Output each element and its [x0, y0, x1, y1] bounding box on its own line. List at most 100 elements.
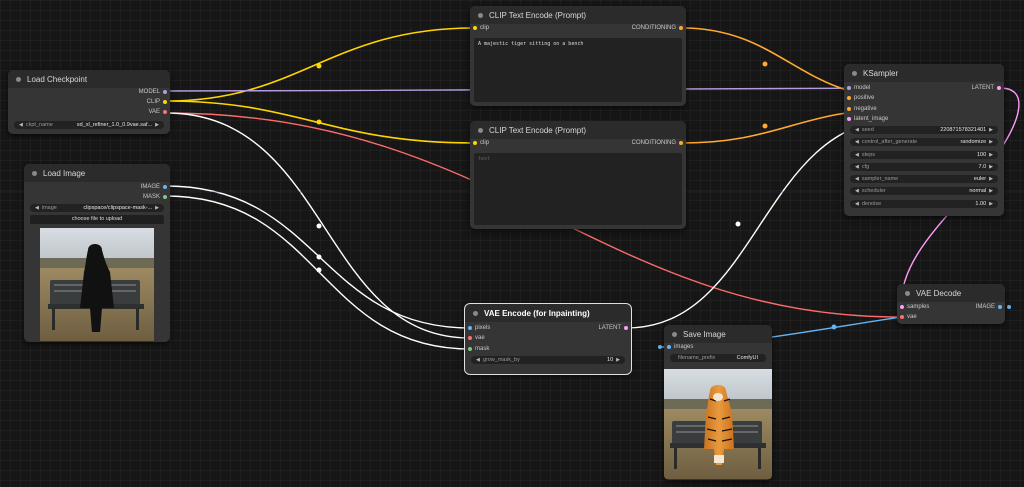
output-clip[interactable]: CLIP [147, 97, 170, 107]
output-image[interactable]: IMAGE [976, 302, 1005, 312]
input-pixels[interactable]: pixels [465, 323, 490, 333]
output-latent-socket[interactable] [624, 326, 628, 330]
load-image-node[interactable]: Load Image IMAGE MASK ◀ image clipspace/cl… [24, 164, 170, 342]
output-model-socket[interactable] [163, 90, 167, 94]
arrow-left-icon[interactable]: ◀ [35, 205, 39, 211]
grow-mask-by-widget[interactable]: ◀ grow_mask_by 10 ▶ [471, 356, 625, 364]
output-vae[interactable]: VAE [148, 107, 170, 117]
output-conditioning[interactable]: CONDITIONING [632, 23, 686, 33]
input-clip[interactable]: clip [470, 23, 489, 33]
input-vae[interactable]: vae [897, 312, 917, 322]
clip-text-encode-positive-node[interactable]: CLIP Text Encode (Prompt) clip CONDITION… [470, 6, 686, 106]
collapse-dot-icon[interactable] [478, 12, 483, 18]
input-samples-socket[interactable] [900, 305, 904, 309]
output-image[interactable]: IMAGE [141, 182, 170, 192]
load-image-title[interactable]: Load Image [24, 164, 170, 182]
scheduler-widget[interactable]: ◀ scheduler normal ▶ [850, 187, 998, 195]
input-clip-socket[interactable] [473, 26, 477, 30]
input-images-socket[interactable] [667, 345, 671, 349]
sampler-name-widget[interactable]: ◀ sampler_name euler ▶ [850, 175, 998, 183]
arrow-left-icon[interactable]: ◀ [19, 122, 23, 128]
input-samples[interactable]: samples [897, 302, 929, 312]
load-checkpoint-node[interactable]: Load Checkpoint MODEL CLIP VAE ◀ ckpt_nam… [8, 70, 170, 134]
collapse-dot-icon[interactable] [478, 127, 483, 133]
vae-encode-title[interactable]: VAE Encode (for Inpainting) [465, 304, 631, 322]
output-conditioning-socket[interactable] [679, 141, 683, 145]
arrow-left-icon[interactable]: ◀ [855, 164, 859, 170]
arrow-left-icon[interactable]: ◀ [855, 152, 859, 158]
denoise-widget[interactable]: ◀ denoise 1.00 ▶ [850, 200, 998, 208]
input-pixels-socket[interactable] [468, 326, 472, 330]
arrow-right-icon[interactable]: ▶ [989, 127, 993, 133]
arrow-left-icon[interactable]: ◀ [855, 139, 859, 145]
collapse-dot-icon[interactable] [852, 70, 857, 76]
vae-encode-inpainting-node[interactable]: VAE Encode (for Inpainting) pixels vae m… [464, 303, 632, 375]
input-model-socket[interactable] [847, 86, 851, 90]
arrow-right-icon[interactable]: ▶ [155, 122, 159, 128]
input-latent-image-socket[interactable] [847, 117, 851, 121]
ksampler-title[interactable]: KSampler [844, 64, 1004, 82]
collapse-dot-icon[interactable] [672, 331, 677, 337]
collapse-dot-icon[interactable] [905, 290, 910, 296]
input-model[interactable]: model [844, 83, 870, 93]
output-clip-socket[interactable] [163, 100, 167, 104]
output-conditioning[interactable]: CONDITIONING [632, 138, 686, 148]
output-latent-socket[interactable] [997, 86, 1001, 90]
input-images[interactable]: images [664, 342, 693, 352]
vae-decode-node[interactable]: VAE Decode samples vae IMAGE [897, 284, 1005, 324]
save-image-node[interactable]: Save Image images filename_prefix ComfyUI [664, 325, 772, 480]
collapse-dot-icon[interactable] [16, 76, 21, 82]
input-mask-socket[interactable] [468, 347, 472, 351]
input-vae-socket[interactable] [468, 336, 472, 340]
input-positive[interactable]: positive [844, 93, 874, 103]
output-latent[interactable]: LATENT [971, 83, 1004, 93]
collapse-dot-icon[interactable] [473, 310, 478, 316]
ckpt-name-widget[interactable]: ◀ ckpt_name sd_xl_refiner_1.0_0.9vae.saf..… [14, 121, 164, 129]
load-checkpoint-title[interactable]: Load Checkpoint [8, 70, 170, 88]
arrow-left-icon[interactable]: ◀ [855, 188, 859, 194]
input-negative[interactable]: negative [844, 104, 877, 114]
clip-positive-title[interactable]: CLIP Text Encode (Prompt) [470, 6, 686, 24]
output-image-socket[interactable] [163, 185, 167, 189]
image-widget[interactable]: ◀ image clipspace/clipspace-mask-... ▶ [30, 204, 164, 212]
output-mask[interactable]: MASK [143, 192, 170, 202]
arrow-left-icon[interactable]: ◀ [855, 127, 859, 133]
arrow-right-icon[interactable]: ▶ [616, 357, 620, 363]
input-latent-image[interactable]: latent_image [844, 114, 888, 124]
ksampler-node[interactable]: KSampler model positive negative latent_… [844, 64, 1004, 216]
arrow-right-icon[interactable]: ▶ [989, 176, 993, 182]
arrow-left-icon[interactable]: ◀ [855, 201, 859, 207]
arrow-right-icon[interactable]: ▶ [989, 201, 993, 207]
input-vae[interactable]: vae [465, 333, 485, 343]
arrow-right-icon[interactable]: ▶ [989, 152, 993, 158]
save-image-title[interactable]: Save Image [664, 325, 772, 343]
vae-decode-title[interactable]: VAE Decode [897, 284, 1005, 302]
output-model[interactable]: MODEL [139, 87, 170, 97]
negative-prompt-textarea[interactable]: text [474, 153, 682, 225]
arrow-left-icon[interactable]: ◀ [476, 357, 480, 363]
clip-negative-title[interactable]: CLIP Text Encode (Prompt) [470, 121, 686, 139]
arrow-left-icon[interactable]: ◀ [855, 176, 859, 182]
input-mask[interactable]: mask [465, 344, 489, 354]
output-mask-socket[interactable] [163, 195, 167, 199]
clip-text-encode-negative-node[interactable]: CLIP Text Encode (Prompt) clip CONDITION… [470, 121, 686, 229]
arrow-right-icon[interactable]: ▶ [989, 164, 993, 170]
output-latent[interactable]: LATENT [598, 323, 631, 333]
arrow-right-icon[interactable]: ▶ [989, 139, 993, 145]
output-conditioning-socket[interactable] [679, 26, 683, 30]
steps-widget[interactable]: ◀ steps 100 ▶ [850, 151, 998, 159]
cfg-widget[interactable]: ◀ cfg 7.0 ▶ [850, 163, 998, 171]
input-positive-socket[interactable] [847, 96, 851, 100]
filename-prefix-widget[interactable]: filename_prefix ComfyUI [670, 354, 766, 362]
collapse-dot-icon[interactable] [32, 170, 37, 176]
input-negative-socket[interactable] [847, 107, 851, 111]
output-vae-socket[interactable] [163, 110, 167, 114]
seed-widget[interactable]: ◀ seed 220871578321401 ▶ [850, 126, 998, 134]
input-clip[interactable]: clip [470, 138, 489, 148]
arrow-right-icon[interactable]: ▶ [155, 205, 159, 211]
control-after-generate-widget[interactable]: ◀ control_after_generate randomize ▶ [850, 138, 998, 146]
output-image-socket[interactable] [998, 305, 1002, 309]
choose-file-button[interactable]: choose file to upload [30, 215, 164, 224]
input-vae-socket[interactable] [900, 315, 904, 319]
input-clip-socket[interactable] [473, 141, 477, 145]
